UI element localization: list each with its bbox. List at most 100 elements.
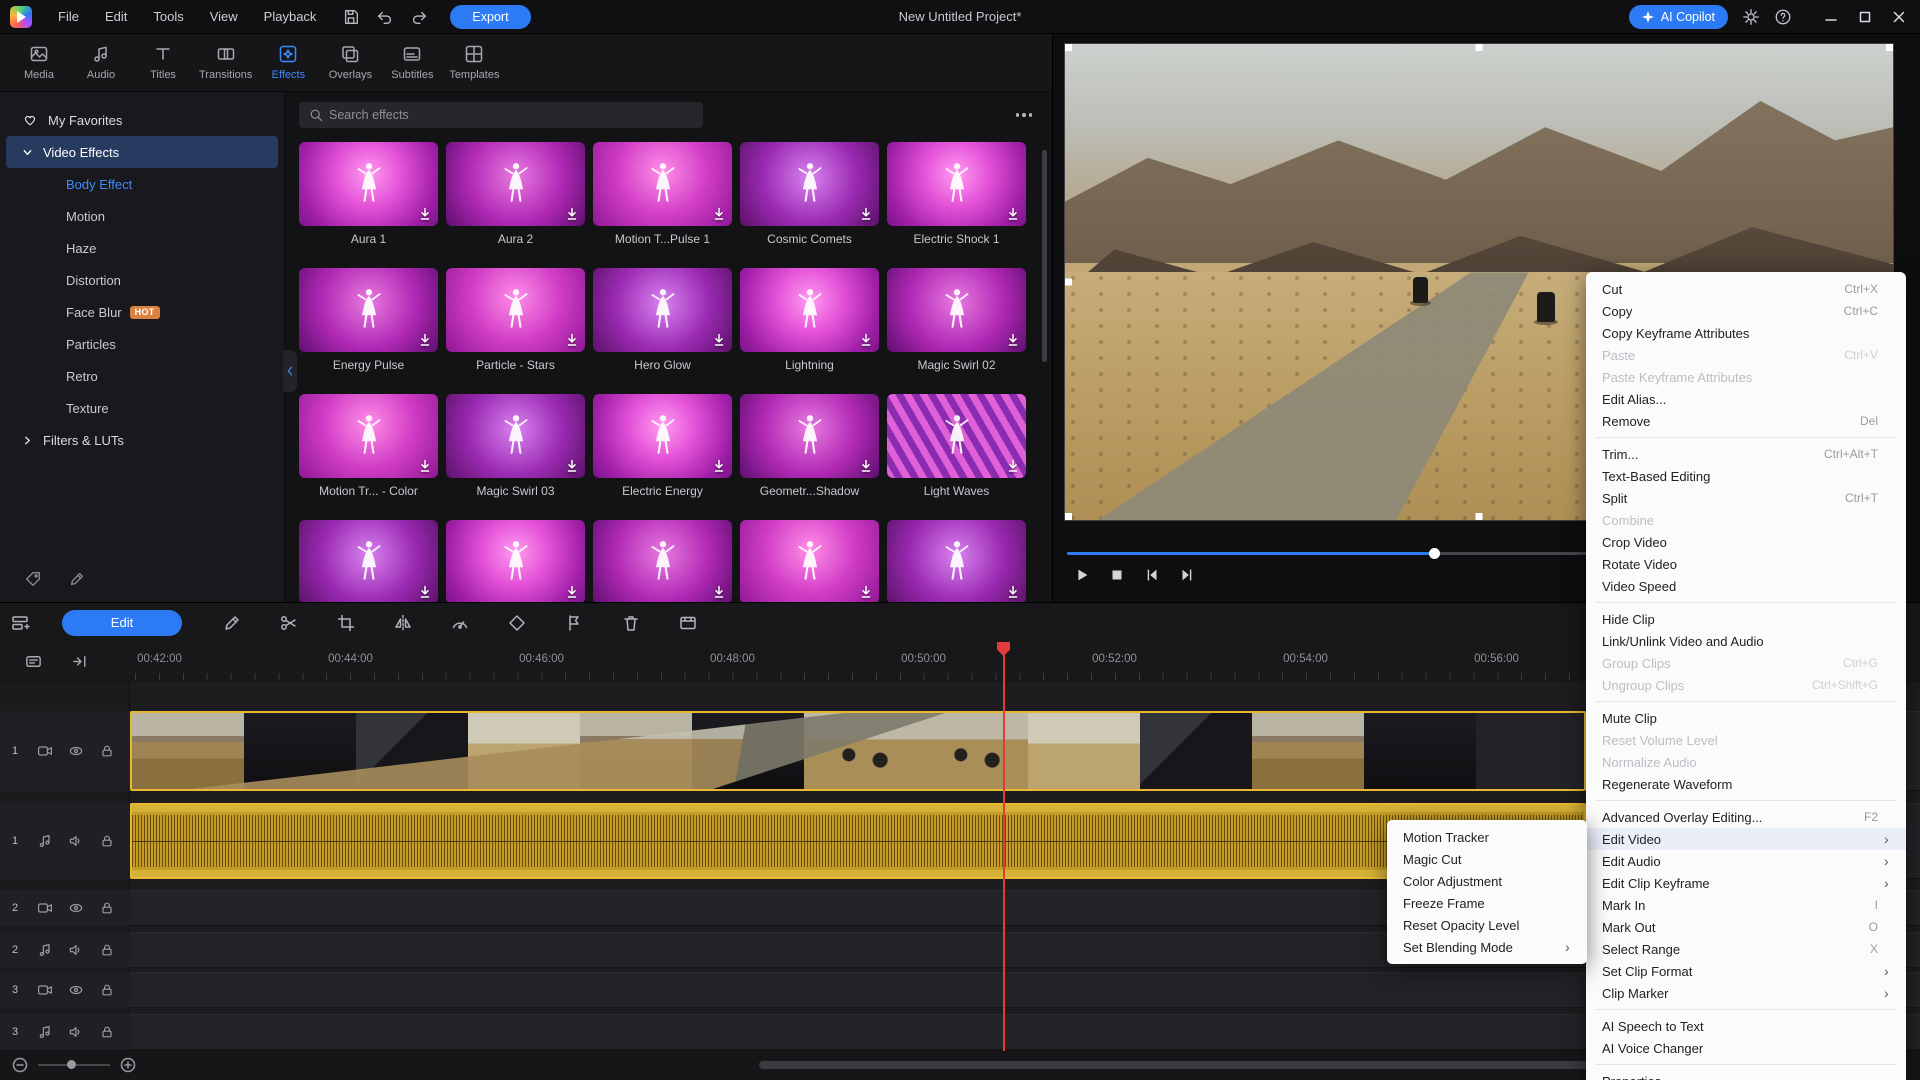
timeline-horizontal-scrollbar[interactable] — [759, 1061, 1592, 1069]
delete-trash-icon[interactable] — [621, 613, 641, 633]
save-icon[interactable] — [342, 8, 360, 26]
sidebar-category[interactable]: Motion — [0, 200, 284, 232]
selected-audio-clip[interactable] — [130, 803, 1586, 879]
context-menu-item[interactable]: Trim... Ctrl+Alt+T — [1586, 443, 1906, 465]
effect-card[interactable]: Hero Glow — [593, 268, 732, 372]
effect-card[interactable] — [299, 520, 438, 602]
zoom-in-icon[interactable] — [120, 1057, 136, 1073]
effect-card[interactable]: Energy Pulse — [299, 268, 438, 372]
context-menu-item[interactable]: Properties — [1586, 1070, 1906, 1080]
download-icon[interactable] — [859, 459, 873, 473]
sidebar-category[interactable]: Particles — [0, 328, 284, 360]
context-menu-item[interactable]: Regenerate Waveform — [1586, 773, 1906, 795]
redo-icon[interactable] — [410, 8, 428, 26]
context-menu-item[interactable]: Set Clip Format — [1586, 960, 1906, 982]
more-options-icon[interactable] — [1016, 113, 1037, 117]
context-menu-item[interactable] — [1596, 437, 1896, 438]
speaker-mute-icon[interactable] — [68, 833, 84, 849]
close-button[interactable] — [1884, 4, 1914, 30]
submenu-item[interactable]: Magic Cut — [1387, 848, 1587, 870]
minimize-button[interactable] — [1816, 4, 1846, 30]
menubar-item[interactable]: File — [58, 9, 79, 24]
tag-icon[interactable] — [24, 570, 42, 588]
download-icon[interactable] — [565, 585, 579, 599]
context-menu-item[interactable] — [1596, 602, 1896, 603]
download-icon[interactable] — [859, 333, 873, 347]
sidebar-category[interactable]: Retro — [0, 360, 284, 392]
effect-card[interactable]: Motion Tr... - Color — [299, 394, 438, 498]
zoom-knob[interactable] — [67, 1060, 76, 1069]
download-icon[interactable] — [418, 459, 432, 473]
tab-effects[interactable]: Effects — [257, 44, 319, 81]
context-menu-item[interactable]: Paste Keyframe Attributes — [1586, 366, 1906, 388]
context-menu-item[interactable]: Mark Out O — [1586, 916, 1906, 938]
context-menu-item[interactable]: Video Speed — [1586, 575, 1906, 597]
lock-icon[interactable] — [99, 743, 115, 759]
effect-card[interactable]: Magic Swirl 03 — [446, 394, 585, 498]
context-menu-item[interactable]: Ungroup Clips Ctrl+Shift+G — [1586, 674, 1906, 696]
context-menu-item[interactable] — [1596, 1009, 1896, 1010]
lock-icon[interactable] — [99, 982, 115, 998]
context-menu-item[interactable]: Copy Keyframe Attributes — [1586, 322, 1906, 344]
effect-card[interactable] — [593, 520, 732, 602]
tab-audio[interactable]: Audio — [70, 44, 132, 81]
download-icon[interactable] — [859, 207, 873, 221]
selection-handle[interactable] — [1476, 513, 1483, 520]
context-menu-item[interactable]: Mute Clip — [1586, 707, 1906, 729]
selected-video-clip[interactable] — [130, 711, 1586, 791]
marker-icon[interactable] — [564, 613, 584, 633]
next-frame-button[interactable] — [1178, 566, 1196, 584]
effect-card[interactable]: Light Waves — [887, 394, 1026, 498]
timeline-view-icon[interactable] — [24, 652, 43, 671]
effect-card[interactable]: Lightning — [740, 268, 879, 372]
effect-card[interactable]: Cosmic Comets — [740, 142, 879, 246]
submenu-item[interactable]: Set Blending Mode — [1387, 936, 1587, 958]
effects-scrollbar[interactable] — [1042, 150, 1047, 362]
context-menu-item[interactable]: Copy Ctrl+C — [1586, 300, 1906, 322]
submenu-item[interactable]: Reset Opacity Level — [1387, 914, 1587, 936]
lock-icon[interactable] — [99, 942, 115, 958]
context-menu-item[interactable]: Group Clips Ctrl+G — [1586, 652, 1906, 674]
context-menu-item[interactable]: Edit Video — [1586, 828, 1906, 850]
play-button[interactable] — [1073, 566, 1091, 584]
download-icon[interactable] — [565, 333, 579, 347]
sidebar-group-video-effects[interactable]: Video Effects — [6, 136, 278, 168]
selection-handle[interactable] — [1065, 279, 1072, 286]
effect-card[interactable]: Magic Swirl 02 — [887, 268, 1026, 372]
playhead-line[interactable] — [1003, 642, 1005, 1051]
effect-card[interactable] — [446, 520, 585, 602]
download-icon[interactable] — [712, 207, 726, 221]
selection-handle[interactable] — [1476, 44, 1483, 51]
download-icon[interactable] — [859, 585, 873, 599]
effect-card[interactable]: Electric Energy — [593, 394, 732, 498]
sidebar-collapse-handle[interactable] — [283, 350, 297, 392]
speaker-mute-icon[interactable] — [68, 1024, 84, 1040]
stop-button[interactable] — [1108, 566, 1126, 584]
sidebar-category[interactable]: Texture — [0, 392, 284, 424]
speaker-mute-icon[interactable] — [68, 942, 84, 958]
keyframe-icon[interactable] — [507, 613, 527, 633]
effect-card[interactable] — [887, 520, 1026, 602]
eye-visibility-icon[interactable] — [68, 900, 84, 916]
edit-mode-button[interactable]: Edit — [62, 610, 182, 636]
sidebar-category[interactable]: Distortion — [0, 264, 284, 296]
context-menu-item[interactable]: Reset Volume Level — [1586, 729, 1906, 751]
effect-card[interactable]: Electric Shock 1 — [887, 142, 1026, 246]
eye-visibility-icon[interactable] — [68, 982, 84, 998]
effect-card[interactable]: Aura 2 — [446, 142, 585, 246]
download-icon[interactable] — [565, 207, 579, 221]
crop-icon[interactable] — [336, 613, 356, 633]
context-menu-item[interactable] — [1596, 800, 1896, 801]
download-icon[interactable] — [418, 207, 432, 221]
context-menu-item[interactable]: Normalize Audio — [1586, 751, 1906, 773]
mirror-flip-icon[interactable] — [393, 613, 413, 633]
split-scissors-icon[interactable] — [279, 613, 299, 633]
context-menu-item[interactable]: Remove Del — [1586, 410, 1906, 432]
context-menu-item[interactable]: Text-Based Editing — [1586, 465, 1906, 487]
render-preview-icon[interactable] — [678, 613, 698, 633]
tab-titles[interactable]: Titles — [132, 44, 194, 81]
context-menu-item[interactable]: Combine — [1586, 509, 1906, 531]
tab-media[interactable]: Media — [8, 44, 70, 81]
tab-subtitles[interactable]: Subtitles — [381, 44, 443, 81]
seekbar-knob[interactable] — [1429, 548, 1440, 559]
